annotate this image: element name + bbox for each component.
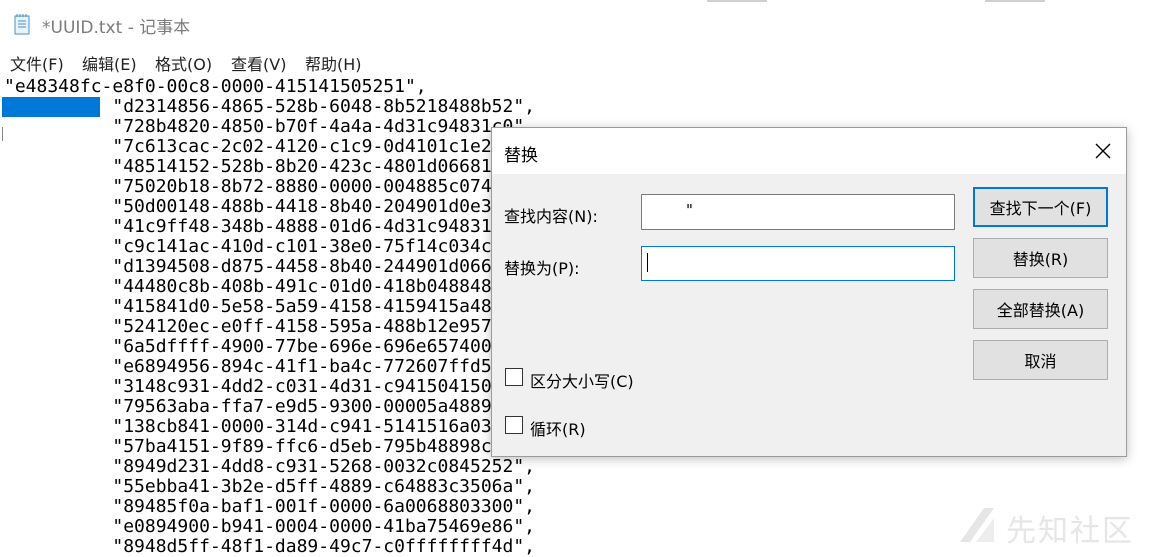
title-bar-divider <box>707 0 767 2</box>
text-caret <box>2 127 3 141</box>
editor-line: "e48348fc-e8f0-00c8-0000-415141505251", <box>4 76 427 97</box>
window-title: *UUID.txt - 记事本 <box>42 18 191 38</box>
editor-line: "728b4820-4850-b70f-4a4a-4d31c94831c0", <box>4 116 536 137</box>
editor-line: "8949d231-4dd8-c931-5268-0032c0845252", <box>4 456 536 477</box>
match-case-checkbox[interactable] <box>505 368 523 386</box>
find-what-input[interactable]: " <box>641 194 955 230</box>
editor-line: "79563aba-ffa7-e9d5-9300-00005a4889c1", <box>4 396 536 417</box>
menu-view[interactable]: 查看(V) <box>231 51 286 75</box>
editor-line: "138cb841-0000-314d-c941-5141516a0341", <box>4 416 536 437</box>
replace-dialog: 替换 查找内容(N): " 替换为(P): 查找下一个(F) 替换(R) 全部替… <box>491 127 1127 457</box>
editor-line: "d1394508-d875-4458-8b40-244901d06641", <box>4 256 536 277</box>
editor-line: "e0894900-b941-0004-0000-41ba75469e86", <box>4 516 536 537</box>
find-what-label: 查找内容(N): <box>504 207 598 226</box>
wrap-around-checkbox[interactable] <box>505 416 523 434</box>
editor-line: "75020b18-8b72-8880-0000-004885c07467", <box>4 176 536 197</box>
editor-line: "524120ec-e0ff-4158-595a-488b12e957ff", <box>4 316 536 337</box>
editor-line: "8948d5ff-48f1-da89-49c7-c0ffffffff4d", <box>4 536 536 557</box>
dialog-title: 替换 <box>504 146 538 166</box>
replace-with-input[interactable] <box>641 246 955 281</box>
notepad-icon <box>14 14 30 35</box>
replace-button[interactable]: 替换(R) <box>973 238 1108 278</box>
editor-line: "3148c931-4dd2-c031-4d31-c94150415041", <box>4 376 536 397</box>
find-next-button[interactable]: 查找下一个(F) <box>973 187 1108 227</box>
watermark-logo-icon <box>960 508 994 542</box>
replace-with-label: 替换为(P): <box>504 259 580 278</box>
dialog-close-button[interactable] <box>1080 128 1126 174</box>
match-case-label[interactable]: 区分大小写(C) <box>530 368 634 392</box>
dialog-title-bar[interactable]: 替换 <box>492 128 1126 174</box>
editor-line: "c9c141ac-410d-c101-38e0-75f14c034c24", <box>4 236 536 257</box>
editor-line: "d2314856-4865-528b-6048-8b5218488b52", <box>4 96 536 117</box>
editor-line: "44480c8b-408b-491c-01d0-418b04884801", <box>4 276 536 297</box>
watermark-text: 先知社区 <box>1006 514 1134 549</box>
editor-line: "57ba4151-9f89-ffc6-d5eb-795b48898c14", <box>4 436 536 457</box>
title-bar: *UUID.txt - 记事本 <box>0 0 1175 47</box>
input-caret <box>647 253 648 272</box>
watermark: 先知社区 <box>952 500 1167 550</box>
close-icon <box>1095 143 1111 159</box>
replace-all-button[interactable]: 全部替换(A) <box>973 289 1108 329</box>
editor-line: "6a5dffff-4900-77be-696e-696e65740041", <box>4 336 536 357</box>
editor-line: "7c613cac-2c02-4120-c1c9-0d4101c1e2ed", <box>4 136 536 157</box>
editor-line: "48514152-528b-8b20-423c-4801d0668178", <box>4 156 536 177</box>
menu-edit[interactable]: 编辑(E) <box>82 51 137 75</box>
editor-line: "e6894956-894c-41f1-ba4c-772607ffd548", <box>4 356 536 377</box>
menu-help[interactable]: 帮助(H) <box>305 51 362 75</box>
editor-line: "50d00148-488b-4418-8b40-204901d0e356", <box>4 196 536 217</box>
cancel-button[interactable]: 取消 <box>973 340 1108 380</box>
editor-line: "89485f0a-baf1-001f-0000-6a0068803300", <box>4 496 536 517</box>
wrap-around-label[interactable]: 循环(R) <box>530 416 586 440</box>
menu-file[interactable]: 文件(F) <box>10 51 64 75</box>
menu-format[interactable]: 格式(O) <box>155 51 212 75</box>
menu-bar: 文件(F) 编辑(E) 格式(O) 查看(V) 帮助(H) <box>0 47 1175 75</box>
editor-line: "415841d0-5e58-5a59-4158-4159415a4883", <box>4 296 536 317</box>
editor-line: "41c9ff48-348b-4888-01d6-4d31c94831c0", <box>4 216 536 237</box>
title-bar-divider <box>985 0 1045 2</box>
editor-line: "55ebba41-3b2e-d5ff-4889-c64883c3506a", <box>4 476 536 497</box>
